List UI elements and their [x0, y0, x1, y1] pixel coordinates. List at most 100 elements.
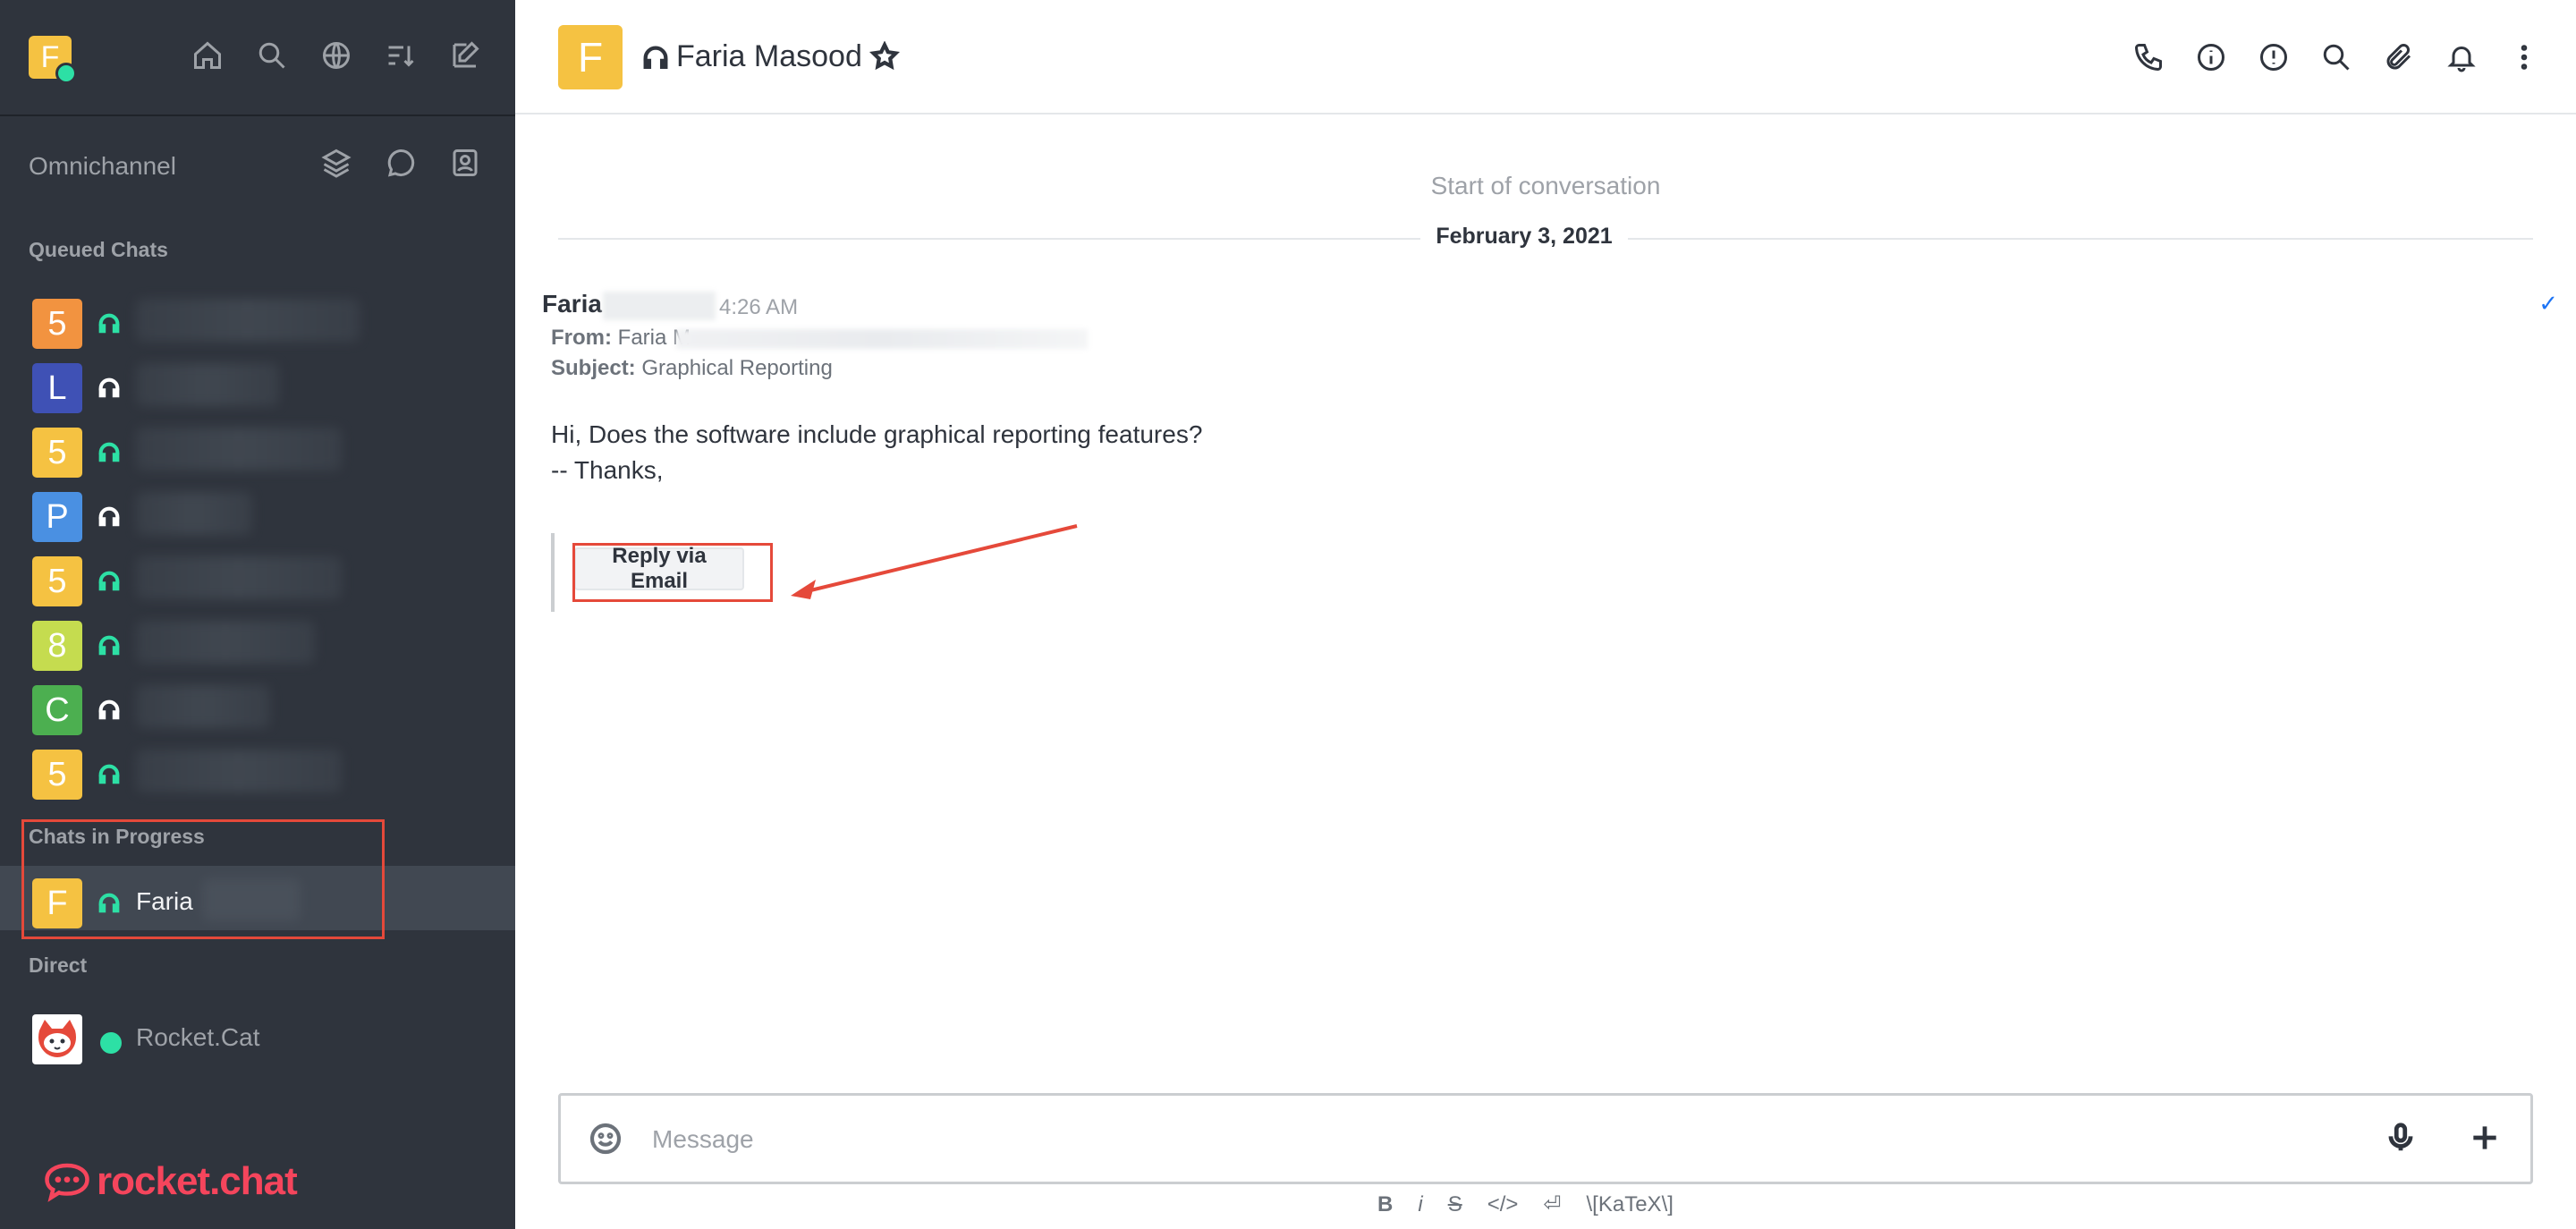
room-avatar: 5: [32, 556, 82, 606]
headset-icon: [97, 569, 122, 594]
code-button[interactable]: </>: [1487, 1192, 1519, 1217]
room-avatar[interactable]: F: [558, 25, 623, 89]
blurred-email: [676, 329, 1088, 349]
headset-icon: [97, 762, 122, 787]
headset-icon: [97, 311, 122, 336]
online-status-dot: [100, 1032, 122, 1054]
bold-button[interactable]: B: [1377, 1192, 1393, 1217]
queued-chat-item[interactable]: L: [0, 351, 515, 415]
sidebar: F Omnichannel Queued Chats 5 L 5 P 5 8 C…: [0, 0, 515, 1229]
room-avatar: L: [32, 363, 82, 413]
blurred-name: [136, 299, 360, 342]
queued-chats-title: Queued Chats: [29, 238, 168, 261]
omnichannel-header: Omnichannel: [0, 116, 515, 215]
blurred-name: [136, 363, 279, 406]
katex-button[interactable]: \[KaTeX\]: [1587, 1192, 1674, 1217]
start-of-conversation: Start of conversation: [1430, 172, 1661, 199]
from-label: From:: [551, 326, 612, 350]
room-avatar: F: [32, 878, 82, 928]
date-label: February 3, 2021: [1420, 224, 1628, 250]
contact-center-icon[interactable]: [445, 143, 485, 182]
headset-icon: [97, 891, 122, 916]
email-subject: Subject: Graphical Reporting: [551, 356, 833, 381]
headset-icon: [97, 698, 122, 723]
omnichannel-title: Omnichannel: [29, 152, 176, 180]
room-avatar: 5: [32, 428, 82, 478]
blurred-name: [136, 492, 252, 535]
sort-icon[interactable]: [381, 36, 420, 75]
home-icon[interactable]: [188, 36, 227, 75]
online-status-dot: [55, 63, 77, 84]
queued-chat-item[interactable]: C: [0, 673, 515, 737]
read-check-icon: ✓: [2538, 290, 2558, 317]
room-title: Faria Masood: [676, 39, 862, 73]
message-input[interactable]: [650, 1117, 2353, 1162]
strike-button[interactable]: S: [1448, 1192, 1462, 1217]
queued-chat-item[interactable]: 5: [0, 544, 515, 608]
rocket-cat-avatar: [32, 1014, 82, 1064]
queued-chat-item[interactable]: 5: [0, 286, 515, 351]
action-attachment-bar: [551, 533, 555, 612]
room-name: Faria: [136, 887, 193, 915]
plus-icon[interactable]: [2468, 1121, 2504, 1157]
direct-title: Direct: [29, 954, 88, 977]
emoji-icon[interactable]: [588, 1121, 625, 1158]
formatting-toolbar: B i S </> ⏎ \[KaTeX\]: [1377, 1191, 1674, 1217]
directory-globe-icon[interactable]: [317, 36, 356, 75]
headset-icon: [97, 633, 122, 658]
direct-chat-item[interactable]: Rocket.Cat: [0, 1002, 515, 1066]
microphone-icon[interactable]: [2384, 1121, 2419, 1157]
star-icon[interactable]: [869, 40, 902, 73]
sidebar-header: F: [0, 0, 515, 116]
queued-chat-item[interactable]: 8: [0, 608, 515, 673]
headset-icon: [97, 440, 122, 465]
blurred-name: [202, 878, 301, 921]
info-icon[interactable]: [2191, 38, 2231, 77]
subject-value: Graphical Reporting: [641, 356, 833, 380]
search-messages-icon[interactable]: [2317, 38, 2356, 77]
headset-icon: [97, 504, 122, 530]
room-avatar: P: [32, 492, 82, 542]
room-avatar: 8: [32, 621, 82, 671]
chat-bubble-icon[interactable]: [381, 143, 420, 182]
message-composer: [558, 1093, 2533, 1184]
message-author[interactable]: Faria: [542, 290, 602, 318]
bell-icon[interactable]: [2442, 38, 2481, 77]
headset-icon: [640, 43, 671, 73]
message-body-line: Hi, Does the software include graphical …: [551, 420, 1203, 448]
blurred-name: [136, 750, 342, 792]
brand-name: rocket.chat: [97, 1159, 298, 1203]
blurred-name: [136, 556, 342, 599]
rocket-chat-logo: rocket.chat: [43, 1159, 298, 1204]
blurred-name: [136, 685, 270, 728]
room-avatar: 5: [32, 750, 82, 800]
alert-icon[interactable]: [2254, 38, 2293, 77]
search-icon[interactable]: [252, 36, 292, 75]
user-avatar[interactable]: F: [29, 36, 77, 84]
create-new-icon[interactable]: [445, 36, 485, 75]
message-area: Start of conversation February 3, 2021 F…: [515, 114, 2576, 1229]
attachment-icon[interactable]: [2379, 38, 2419, 77]
message-time: 4:26 AM: [719, 295, 799, 319]
queued-chat-item[interactable]: 5: [0, 415, 515, 479]
blurred-name: [136, 428, 342, 470]
reply-via-email-button[interactable]: Reply via Email: [574, 544, 744, 593]
queued-chat-item[interactable]: 5: [0, 737, 515, 801]
headset-icon: [97, 376, 122, 401]
room-header: F Faria Masood: [515, 0, 2576, 114]
in-progress-chat-item[interactable]: F Faria: [0, 866, 515, 930]
message-body-line: -- Thanks,: [551, 456, 664, 484]
blurred-name: [136, 621, 315, 664]
room-avatar: 5: [32, 299, 82, 349]
queue-layers-icon[interactable]: [317, 143, 356, 182]
kebab-menu-icon[interactable]: [2504, 38, 2544, 77]
phone-icon[interactable]: [2129, 38, 2168, 77]
multiline-icon[interactable]: ⏎: [1543, 1191, 1561, 1217]
blurred-surname: [603, 292, 716, 320]
room-name: Rocket.Cat: [136, 1023, 260, 1051]
italic-button[interactable]: i: [1418, 1192, 1422, 1217]
subject-label: Subject:: [551, 356, 636, 380]
chats-in-progress-title: Chats in Progress: [29, 825, 205, 848]
email-from: From: Faria M: [551, 326, 691, 351]
queued-chat-item[interactable]: P: [0, 479, 515, 544]
